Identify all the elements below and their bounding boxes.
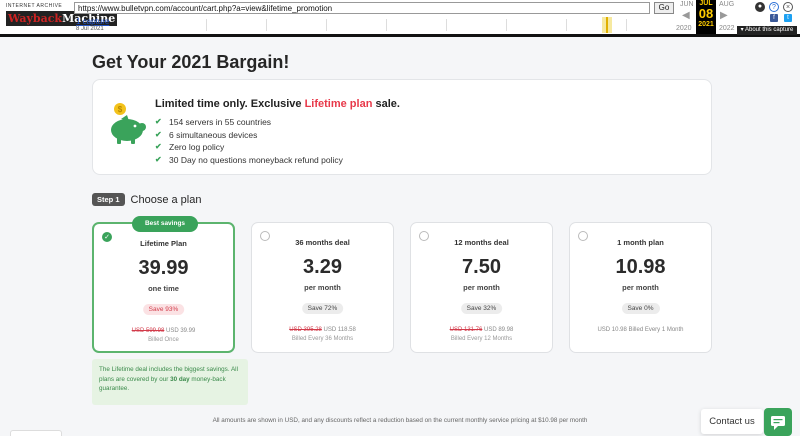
step-badge: Step 1 <box>92 193 125 206</box>
help-icon[interactable]: ? <box>769 2 779 12</box>
plan-period: one time <box>148 284 179 293</box>
piggy-bank-icon: $ <box>111 103 146 144</box>
check-icon: ✔ <box>155 129 162 139</box>
wayback-go-button[interactable]: Go <box>654 2 674 14</box>
promo-banner: $ Limited time only. Exclusive Lifetime … <box>92 79 712 175</box>
logo-internet-archive: INTERNET ARCHIVE <box>6 3 63 9</box>
chat-launcher-button[interactable] <box>764 408 792 436</box>
plan-card-1-month[interactable]: 1 month plan 10.98 per month Save 0% USD… <box>569 222 712 353</box>
plan-period: per month <box>304 283 341 292</box>
wayback-toolbar: INTERNET ARCHIVE WaybackMachine https://… <box>0 0 800 37</box>
check-icon: ✔ <box>155 154 162 164</box>
plan-card-lifetime[interactable]: Best savings ✓ Lifetime Plan 39.99 one t… <box>92 216 235 353</box>
next-capture-arrow-icon[interactable]: ▶ <box>720 10 728 21</box>
plan-billing: Billed Every 12 Months <box>450 336 513 342</box>
prev-year-label[interactable]: 2020 <box>676 25 692 32</box>
plan-original-price: USD 10.98 Billed Every 1 Month <box>597 327 684 333</box>
plan-period: per month <box>463 283 500 292</box>
plan-billing: Billed Once <box>148 337 179 343</box>
prev-month-label[interactable]: JUN <box>680 1 694 8</box>
plan-save-badge: Save 72% <box>301 303 344 314</box>
wayback-logo[interactable]: INTERNET ARCHIVE WaybackMachine <box>6 3 118 31</box>
captures-link[interactable]: 1 capture <box>76 17 109 26</box>
wayback-url-input[interactable]: https://www.bulletvpn.com/account/cart.p… <box>74 2 650 14</box>
svg-text:$: $ <box>118 105 123 114</box>
check-icon: ✔ <box>155 117 162 126</box>
plan-save-badge: Save 32% <box>460 303 503 314</box>
plan-name: Lifetime Plan <box>140 239 187 248</box>
current-capture-date: JUL 08 2021 <box>696 0 716 34</box>
prev-capture-arrow-icon[interactable]: ◀ <box>682 10 690 21</box>
best-savings-badge: Best savings <box>132 216 198 232</box>
twitter-icon[interactable]: t <box>784 14 792 22</box>
check-icon: ✔ <box>155 142 162 151</box>
plan-price: 39.99 <box>138 257 189 279</box>
chat-bubble-icon <box>771 416 785 430</box>
about-capture-button[interactable]: ▾ About this capture <box>737 26 797 35</box>
feature-list: ✔ 154 servers in 55 countries ✔ 6 simultan… <box>155 116 343 166</box>
plan-price: 7.50 <box>462 256 501 278</box>
plan-price: 10.98 <box>615 256 666 278</box>
plan-original-price: USD 131.76 USD 89.98 <box>449 327 514 333</box>
next-year-label[interactable]: 2022 <box>719 25 735 32</box>
capture-date: 8 Jul 2021 <box>76 26 104 32</box>
feature-item: ✔ Zero log policy <box>155 142 225 152</box>
feature-item: ✔ 6 simultaneous devices <box>155 129 258 140</box>
close-icon[interactable]: × <box>783 2 793 12</box>
user-icon[interactable]: ● <box>755 2 765 12</box>
plan-period: per month <box>622 283 659 292</box>
bottom-edge-tab <box>10 430 62 436</box>
step-label: Choose a plan <box>130 193 202 206</box>
plan-price: 3.29 <box>303 256 342 278</box>
feature-item: ✔ 30 Day no questions moneyback refund po… <box>155 154 343 165</box>
lifetime-note: The Lifetime deal includes the biggest s… <box>92 359 248 405</box>
step-header: Step 1 Choose a plan <box>92 193 201 206</box>
contact-us-button[interactable]: Contact us <box>701 409 763 434</box>
next-month-label[interactable]: AUG <box>719 1 734 8</box>
page-title: Get Your 2021 Bargain! <box>92 52 290 72</box>
pricing-disclaimer: All amounts are shown in USD, and any di… <box>212 417 588 424</box>
plan-billing: Billed Every 36 Months <box>291 336 354 342</box>
promo-headline: Limited time only. Exclusive Lifetime pl… <box>155 98 400 110</box>
feature-item: ✔ 154 servers in 55 countries <box>155 117 272 127</box>
plan-name: 12 months deal <box>454 238 509 247</box>
plan-save-badge: Save 0% <box>621 303 660 314</box>
facebook-icon[interactable]: f <box>770 14 778 22</box>
plan-name: 1 month plan <box>617 238 664 247</box>
plan-original-price: USD 395.28 USD 118.58 <box>289 327 356 333</box>
plan-name: 36 months deal <box>295 238 350 247</box>
plan-card-36-months[interactable]: 36 months deal 3.29 per month Save 72% U… <box>251 222 394 353</box>
plan-original-price: USD 599.98 USD 39.99 <box>131 328 196 334</box>
capture-sparkline[interactable] <box>166 17 672 33</box>
plan-save-badge: Save 93% <box>142 304 185 315</box>
month-navigator: JUN ◀ 2020 JUL 08 2021 AUG ▶ 2022 <box>676 0 740 34</box>
plan-card-12-months[interactable]: 12 months deal 7.50 per month Save 32% U… <box>410 222 553 353</box>
